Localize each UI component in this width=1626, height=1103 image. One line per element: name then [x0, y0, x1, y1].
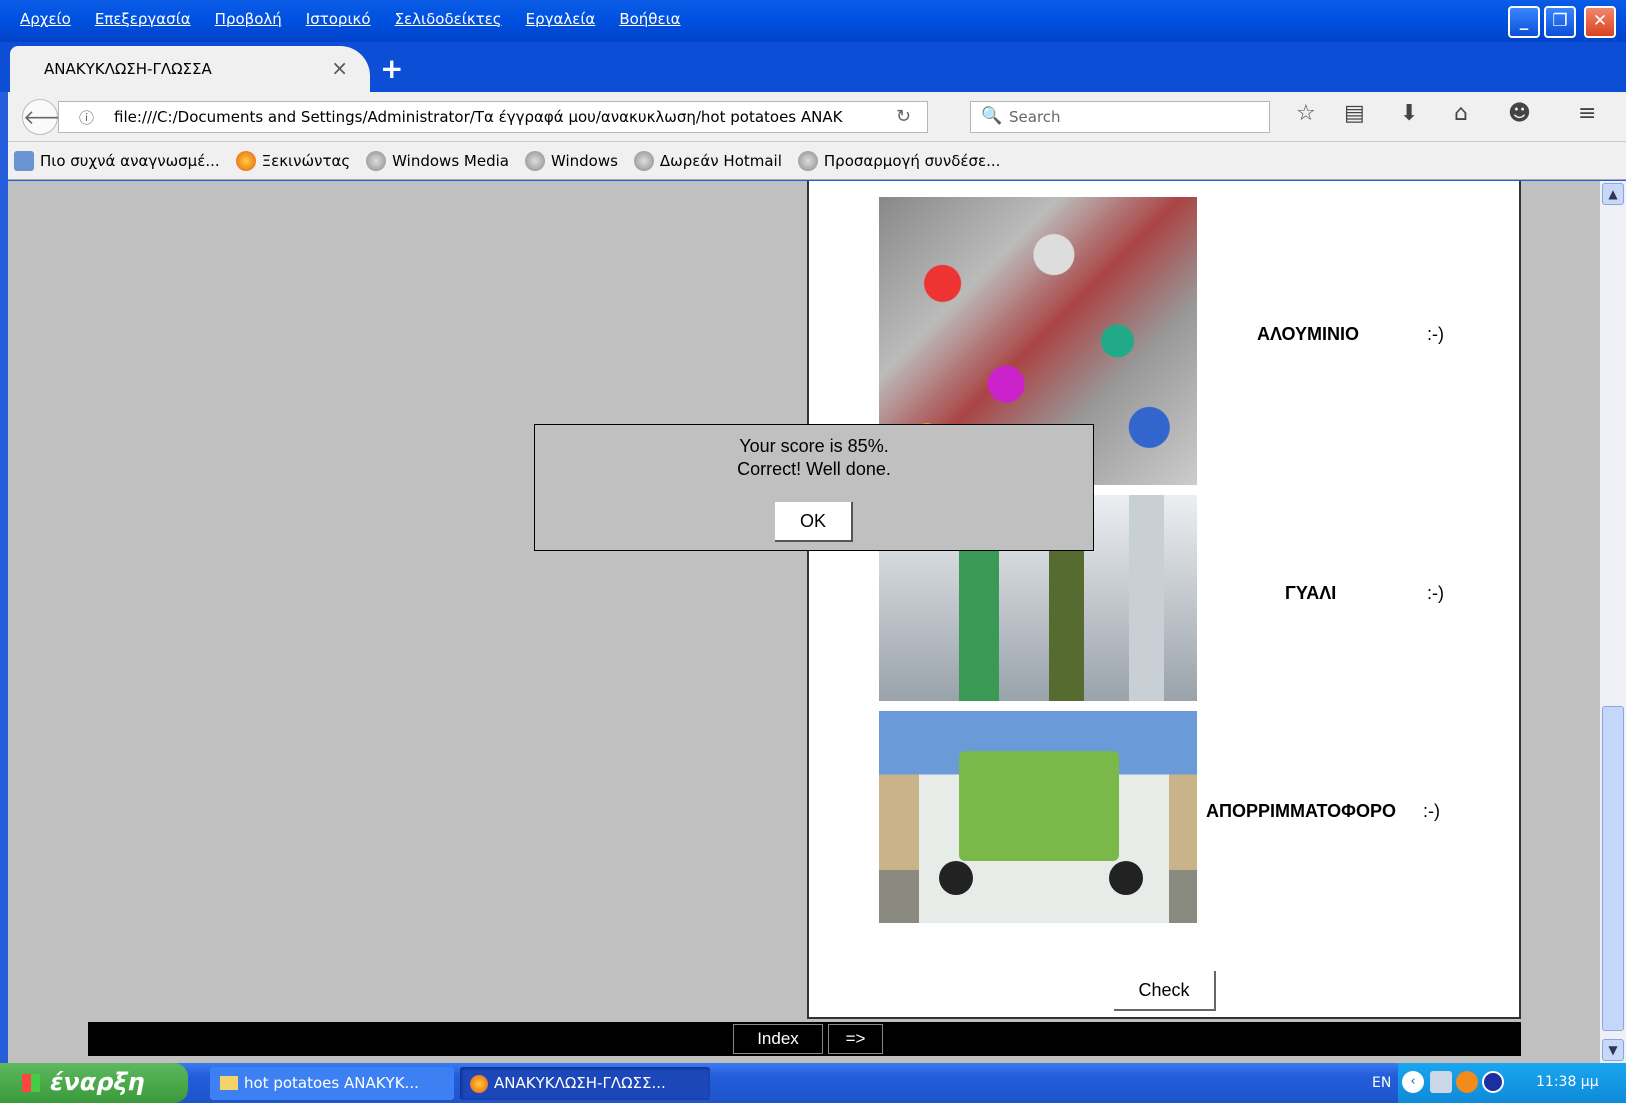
system-tray: ‹ 11:38 μμ	[1398, 1063, 1626, 1103]
tray-network-icon[interactable]	[1430, 1071, 1452, 1093]
search-input[interactable]: 🔍 Search	[970, 101, 1270, 133]
menu-history[interactable]: Ιστορικό	[294, 10, 383, 28]
globe-icon	[797, 150, 818, 171]
menu-bar: Αρχείο Επεξεργασία Προβολή Ιστορικό Σελι…	[0, 0, 1626, 42]
answer-label-garbage-truck: ΑΠΟΡΡΙΜΜΑΤΟΦΟΡΟ	[1206, 801, 1396, 821]
minimize-button[interactable]: _	[1508, 6, 1540, 38]
firefox-icon	[470, 1075, 488, 1093]
taskbar: έναρξη hot potatoes ΑΝΑΚΥΚ... ΑΝΑΚΥΚΛΩΣΗ…	[0, 1063, 1626, 1103]
tab-strip: ΑΝΑΚΥΚΛΩΣΗ-ΓΛΩΣΣΑ × +	[0, 42, 1626, 92]
answer-label-aluminium: ΑΛΟΥΜΙΝΙΟ	[1257, 324, 1360, 344]
feedback-text: Correct! Well done.	[737, 459, 891, 479]
url-text: file:///C:/Documents and Settings/Admini…	[114, 108, 843, 126]
search-icon: 🔍	[981, 106, 1003, 126]
truck-body	[959, 751, 1119, 861]
quiz-panel: ΑΛΟΥΜΙΝΙΟ :-) ΓΥΑΛΙ :-) ΑΠΟΡΡΙΜΜΑΤΟΦΟΡΟ …	[807, 181, 1521, 1019]
scroll-up-icon[interactable]: ▲	[1602, 183, 1624, 205]
search-placeholder: Search	[1009, 108, 1061, 126]
truck-wheel	[939, 861, 973, 895]
bookmark-windows-media[interactable]: Windows Media	[366, 150, 509, 171]
vertical-scrollbar[interactable]: ▲ ▼	[1600, 181, 1626, 1063]
taskbar-item-firefox[interactable]: ΑΝΑΚΥΚΛΩΣΗ-ΓΛΩΣΣ...	[460, 1067, 710, 1100]
tab-title: ΑΝΑΚΥΚΛΩΣΗ-ΓΛΩΣΣΑ	[44, 60, 212, 78]
page-content: ΑΛΟΥΜΙΝΙΟ :-) ΓΥΑΛΙ :-) ΑΠΟΡΡΙΜΜΑΤΟΦΟΡΟ …	[8, 181, 1600, 1063]
answer-label-glass: ΓΥΑΛΙ	[1285, 583, 1337, 603]
score-text: Your score is 85%.	[739, 436, 889, 456]
index-button[interactable]: Index	[733, 1024, 823, 1054]
menu-view[interactable]: Προβολή	[203, 10, 294, 28]
tray-arrow-icon[interactable]: ‹	[1402, 1071, 1424, 1093]
folder-icon	[220, 1076, 238, 1090]
back-button[interactable]: 🡐	[22, 99, 77, 135]
feedback-aluminium: :-)	[1427, 324, 1444, 344]
scroll-down-icon[interactable]: ▼	[1602, 1039, 1624, 1061]
reading-list-icon[interactable]: ▤	[1344, 101, 1365, 126]
language-indicator[interactable]: EN	[1372, 1075, 1391, 1091]
tab-active[interactable]: ΑΝΑΚΥΚΛΩΣΗ-ΓΛΩΣΣΑ ×	[10, 46, 370, 92]
start-button[interactable]: έναρξη	[0, 1063, 188, 1103]
check-button[interactable]: Check	[1114, 971, 1216, 1011]
globe-icon	[633, 150, 654, 171]
globe-icon	[524, 150, 545, 171]
navigation-bar: 🡐 ⓘ file:///C:/Documents and Settings/Ad…	[8, 92, 1626, 142]
info-icon[interactable]: ⓘ	[79, 107, 94, 128]
browser-window: Αρχείο Επεξεργασία Προβολή Ιστορικό Σελι…	[0, 0, 1626, 1103]
clock: 11:38 μμ	[1536, 1074, 1599, 1090]
tab-close-icon[interactable]: ×	[331, 56, 348, 80]
quiz-navigation-bar: Index =>	[88, 1022, 1521, 1056]
most-visited-icon	[14, 150, 34, 171]
url-bar[interactable]: ⓘ file:///C:/Documents and Settings/Admi…	[58, 101, 928, 133]
garbage-truck-image	[879, 711, 1197, 923]
bookmark-getting-started[interactable]: Ξεκινώντας	[235, 150, 350, 171]
scroll-thumb[interactable]	[1602, 706, 1624, 1031]
menu-bookmarks[interactable]: Σελιδοδείκτες	[383, 10, 514, 28]
tray-security-icon[interactable]	[1482, 1071, 1504, 1093]
bookmark-windows[interactable]: Windows	[524, 150, 618, 171]
feedback-glass: :-)	[1427, 583, 1444, 603]
taskbar-item-folder[interactable]: hot potatoes ΑΝΑΚΥΚ...	[210, 1067, 454, 1100]
reload-icon[interactable]: ↻	[896, 106, 911, 127]
download-icon[interactable]: ⬇	[1400, 101, 1418, 126]
bookmark-customize-links[interactable]: Προσαρμογή συνδέσε...	[797, 150, 1000, 171]
close-window-button[interactable]: ✕	[1584, 6, 1616, 38]
next-button[interactable]: =>	[828, 1024, 883, 1054]
score-message: Your score is 85%. Correct! Well done.	[535, 435, 1093, 481]
ok-button[interactable]: OK	[775, 502, 853, 542]
new-tab-button[interactable]: +	[380, 52, 403, 85]
score-dialog: Your score is 85%. Correct! Well done. O…	[534, 424, 1094, 551]
menu-help[interactable]: Βοήθεια	[607, 10, 692, 28]
bookmark-star-icon[interactable]: ☆	[1296, 101, 1316, 126]
home-icon[interactable]: ⌂	[1454, 101, 1468, 126]
firefox-icon	[235, 150, 256, 171]
truck-wheel	[1109, 861, 1143, 895]
restore-button[interactable]: ❐	[1544, 6, 1576, 38]
feedback-garbage-truck: :-)	[1423, 801, 1440, 821]
bookmarks-bar: Πιο συχνά αναγνωσμέ... Ξεκινώντας Window…	[8, 142, 1626, 180]
bookmark-hotmail[interactable]: Δωρεάν Hotmail	[633, 150, 782, 171]
chat-icon[interactable]: ☻	[1508, 101, 1531, 126]
menu-edit[interactable]: Επεξεργασία	[83, 10, 203, 28]
tray-update-icon[interactable]	[1456, 1071, 1478, 1093]
menu-file[interactable]: Αρχείο	[12, 10, 83, 28]
globe-icon	[366, 150, 387, 171]
hamburger-menu-icon[interactable]: ≡	[1578, 101, 1596, 126]
bookmark-most-visited[interactable]: Πιο συχνά αναγνωσμέ...	[14, 150, 220, 171]
menu-tools[interactable]: Εργαλεία	[514, 10, 608, 28]
windows-flag-icon	[22, 1074, 40, 1092]
